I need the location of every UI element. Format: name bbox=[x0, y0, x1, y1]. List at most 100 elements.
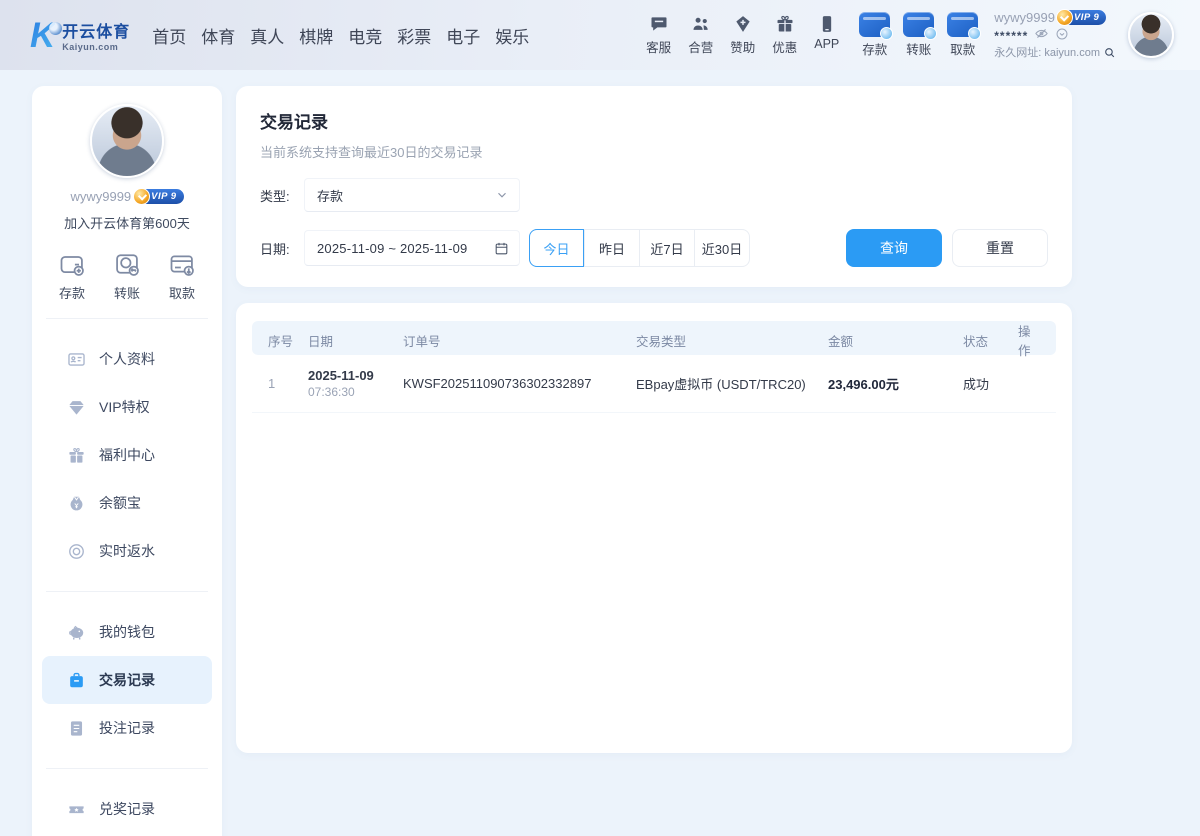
main-nav: 首页 体育 真人 棋牌 电竞 彩票 电子 娱乐 bbox=[152, 23, 529, 48]
transfer-button[interactable]: 转账 bbox=[903, 12, 938, 58]
date-range-input[interactable]: 2025-11-09 ~ 2025-11-09 bbox=[304, 230, 520, 266]
deposit-button[interactable]: 存款 bbox=[859, 12, 894, 58]
sidebar-item-rebate[interactable]: 实时返水 bbox=[42, 527, 212, 575]
query-button[interactable]: 查询 bbox=[846, 229, 942, 267]
date-filter-label: 日期: bbox=[260, 241, 290, 257]
sponsor-icon bbox=[733, 14, 753, 34]
vip-emblem-icon bbox=[1055, 9, 1073, 26]
reset-button[interactable]: 重置 bbox=[952, 229, 1048, 267]
row-date: 2025-11-09 bbox=[308, 368, 374, 383]
vip-badge: VIP 9 bbox=[1055, 9, 1107, 26]
nav-live[interactable]: 真人 bbox=[250, 23, 284, 48]
customer-service-button[interactable]: 客服 bbox=[646, 14, 671, 56]
date-range-value: 2025-11-09 ~ 2025-11-09 bbox=[317, 240, 468, 256]
col-amount: 金额 bbox=[828, 334, 854, 349]
id-card-icon bbox=[67, 350, 86, 369]
page-title: 交易记录 bbox=[260, 113, 328, 132]
sidebar-item-transactions[interactable]: 交易记录 bbox=[42, 656, 212, 704]
row-order-no: KWSF202511090736302332897 bbox=[403, 376, 592, 391]
col-action: 操作 bbox=[1018, 325, 1031, 358]
chevron-down-icon bbox=[495, 188, 509, 202]
nav-home[interactable]: 首页 bbox=[152, 23, 186, 48]
sponsor-button[interactable]: 赞助 bbox=[730, 14, 755, 56]
sidebar-item-prizes[interactable]: 兑奖记录 bbox=[42, 785, 212, 833]
col-order-no: 订单号 bbox=[403, 334, 441, 349]
username: wywy9999 bbox=[994, 10, 1055, 25]
type-filter-label: 类型: bbox=[260, 188, 290, 204]
sidebar-item-yuebao[interactable]: 余额宝 bbox=[42, 479, 212, 527]
top-header: K 开云体育 Kaiyun.com 首页 体育 真人 棋牌 电竞 彩票 电子 娱… bbox=[0, 0, 1200, 70]
sidebar-item-bets[interactable]: 投注记录 bbox=[42, 704, 212, 752]
briefcase-icon bbox=[67, 671, 86, 690]
wallet-icon bbox=[58, 250, 86, 278]
row-status: 成功 bbox=[963, 377, 990, 392]
refresh-circle-icon[interactable] bbox=[1055, 27, 1069, 41]
chat-icon bbox=[649, 14, 669, 34]
piggy-icon bbox=[67, 623, 86, 642]
page-subtitle: 当前系统支持查询最近30日的交易记录 bbox=[260, 145, 483, 160]
partners-button[interactable]: 合营 bbox=[688, 14, 713, 56]
rebate-icon bbox=[67, 542, 86, 561]
nav-entertainment[interactable]: 娱乐 bbox=[495, 23, 529, 48]
transfer-card-icon bbox=[903, 12, 938, 40]
vip-badge: VIP 9 bbox=[133, 188, 184, 205]
row-time: 07:36:30 bbox=[308, 385, 355, 399]
withdraw-button[interactable]: 取款 bbox=[168, 250, 196, 302]
row-amount: 23,496.00元 bbox=[828, 377, 899, 392]
col-date: 日期 bbox=[308, 334, 334, 349]
gem-icon bbox=[67, 398, 86, 417]
sidebar-username: wywy9999 bbox=[70, 189, 132, 204]
col-index: 序号 bbox=[268, 334, 294, 349]
range-today-button[interactable]: 今日 bbox=[529, 229, 584, 267]
calendar-icon[interactable] bbox=[494, 241, 509, 256]
avatar[interactable] bbox=[1128, 12, 1174, 58]
range-yesterday-button[interactable]: 昨日 bbox=[584, 230, 639, 266]
sidebar-item-wallet[interactable]: 我的钱包 bbox=[42, 608, 212, 656]
eye-off-icon[interactable] bbox=[1034, 26, 1049, 41]
divider bbox=[46, 768, 208, 769]
app-download-button[interactable]: APP bbox=[814, 14, 839, 56]
brand-domain: Kaiyun.com bbox=[62, 42, 119, 52]
type-select[interactable]: 存款 bbox=[304, 178, 520, 212]
user-info-block: wywy9999 VIP 9 ****** 永久网址: kaiyun.com bbox=[994, 9, 1116, 60]
type-select-value: 存款 bbox=[317, 188, 344, 204]
records-table-panel: 序号 日期 订单号 交易类型 金额 状态 操作 1 2025-11-09 07:… bbox=[236, 303, 1072, 753]
document-icon bbox=[67, 719, 86, 738]
sidebar-quick-actions: 存款 转账 取款 bbox=[32, 250, 222, 302]
phone-icon bbox=[817, 14, 837, 34]
avatar[interactable] bbox=[90, 104, 164, 178]
deposit-card-icon bbox=[859, 12, 894, 40]
partners-icon bbox=[691, 14, 711, 34]
range-30days-button[interactable]: 近30日 bbox=[694, 230, 749, 266]
soccer-ball-icon bbox=[49, 21, 63, 35]
transfer-icon bbox=[113, 250, 141, 278]
nav-esports[interactable]: 电竞 bbox=[348, 23, 382, 48]
utility-group: 客服 合营 赞助 优惠 APP bbox=[646, 14, 839, 56]
col-status: 状态 bbox=[963, 334, 989, 349]
withdraw-icon bbox=[168, 250, 196, 278]
sidebar-item-welfare[interactable]: 福利中心 bbox=[42, 431, 212, 479]
row-type: EBpay虚拟币 (USDT/TRC20) bbox=[636, 377, 806, 392]
transfer-button[interactable]: 转账 bbox=[113, 250, 141, 302]
ticket-icon bbox=[67, 800, 86, 819]
col-type: 交易类型 bbox=[636, 334, 687, 349]
nav-sports[interactable]: 体育 bbox=[201, 23, 235, 48]
deposit-button[interactable]: 存款 bbox=[58, 250, 86, 302]
sidebar-item-vip[interactable]: VIP特权 bbox=[42, 383, 212, 431]
search-icon[interactable] bbox=[1103, 46, 1116, 59]
nav-slots[interactable]: 电子 bbox=[446, 23, 480, 48]
withdraw-card-icon bbox=[947, 12, 982, 40]
divider bbox=[46, 591, 208, 592]
brand-name: 开云体育 bbox=[62, 24, 131, 41]
permanent-url-label: 永久网址: kaiyun.com bbox=[994, 47, 1100, 59]
nav-lottery[interactable]: 彩票 bbox=[397, 23, 431, 48]
withdraw-button[interactable]: 取款 bbox=[947, 12, 982, 58]
row-index: 1 bbox=[268, 376, 276, 391]
sidebar-item-profile[interactable]: 个人资料 bbox=[42, 335, 212, 383]
promo-button[interactable]: 优惠 bbox=[772, 14, 797, 56]
nav-chess[interactable]: 棋牌 bbox=[299, 23, 333, 48]
range-7days-button[interactable]: 近7日 bbox=[639, 230, 694, 266]
sidebar: wywy9999 VIP 9 加入开云体育第600天 存款 转账 取款 个人资料… bbox=[32, 86, 222, 836]
gift-icon bbox=[67, 446, 86, 465]
brand-logo[interactable]: K 开云体育 Kaiyun.com bbox=[30, 18, 130, 53]
